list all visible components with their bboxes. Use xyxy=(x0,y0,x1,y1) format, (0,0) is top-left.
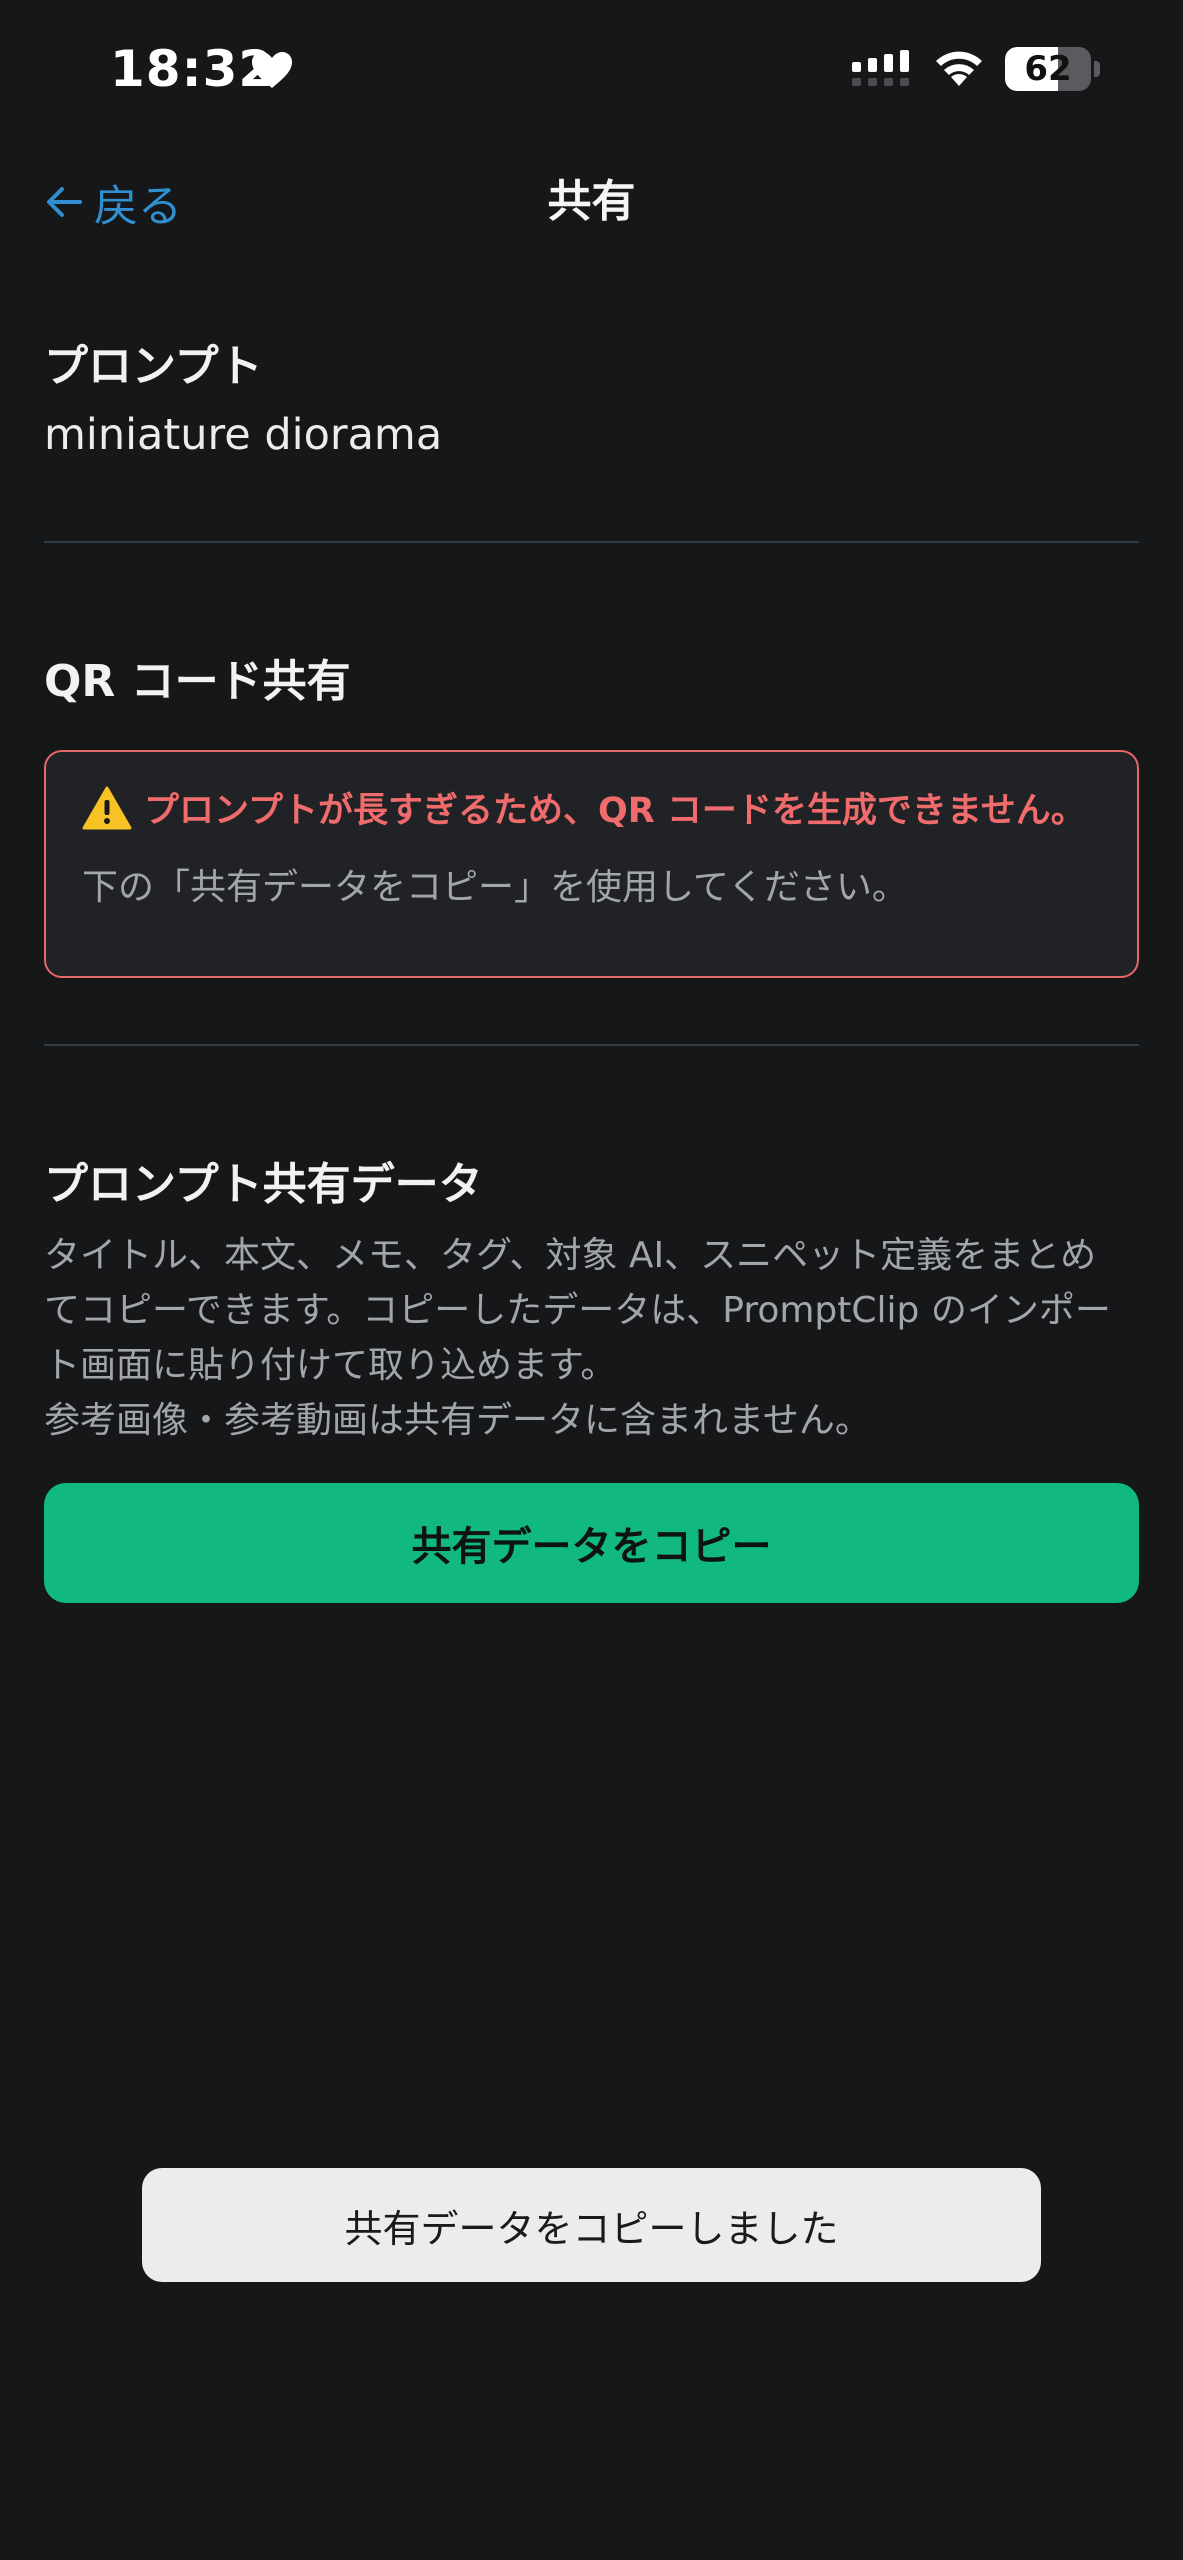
qr-heading: QR コード共有 xyxy=(44,656,351,707)
warning-title: プロンプトが長すぎるため、QR コードを生成できません。 xyxy=(144,791,1086,831)
prompt-heading: プロンプト xyxy=(44,341,263,392)
qr-warning-box: プロンプトが長すぎるため、QR コードを生成できません。 下の「共有データをコピ… xyxy=(44,750,1139,978)
copy-share-data-button[interactable]: 共有データをコピー xyxy=(44,1483,1139,1603)
divider xyxy=(44,1044,1139,1046)
battery-icon: 62 xyxy=(1005,47,1091,91)
warning-title-row: プロンプトが長すぎるため、QR コードを生成できません。 xyxy=(82,782,1122,833)
status-bar: 18:32 62 xyxy=(0,0,1183,140)
share-data-description: タイトル、本文、メモ、タグ、対象 AI、スニペット定義をまとめ てコピーできます… xyxy=(44,1228,1144,1448)
wifi-icon xyxy=(936,51,982,86)
divider xyxy=(44,541,1139,543)
heart-icon xyxy=(252,52,292,88)
signal-icon xyxy=(852,50,909,86)
back-button[interactable]: 戻る xyxy=(44,172,182,232)
battery-cap xyxy=(1094,61,1100,77)
toast-message: 共有データをコピーしました xyxy=(344,2206,839,2251)
description-line: てコピーできます。コピーしたデータは、PromptClip のインポー xyxy=(44,1290,1111,1331)
share-data-heading: プロンプト共有データ xyxy=(44,1159,483,1210)
warning-icon xyxy=(82,786,132,829)
warning-body: 下の「共有データをコピー」を使用してください。 xyxy=(82,867,908,908)
prompt-value: miniature diorama xyxy=(44,410,443,460)
battery-percentage: 62 xyxy=(1024,49,1072,89)
back-arrow-icon xyxy=(47,187,82,217)
description-line: ト画面に貼り付けて取り込めます。 xyxy=(44,1345,617,1386)
description-line: タイトル、本文、メモ、タグ、対象 AI、スニペット定義をまとめ xyxy=(44,1235,1097,1276)
description-line: 参考画像・参考動画は共有データに含まれません。 xyxy=(44,1400,871,1441)
copied-toast: 共有データをコピーしました xyxy=(142,2168,1041,2282)
back-button-label: 戻る xyxy=(94,181,182,232)
share-screen: 18:32 62 共有 戻る プロンプト miniature diorama Q… xyxy=(0,0,1183,2560)
